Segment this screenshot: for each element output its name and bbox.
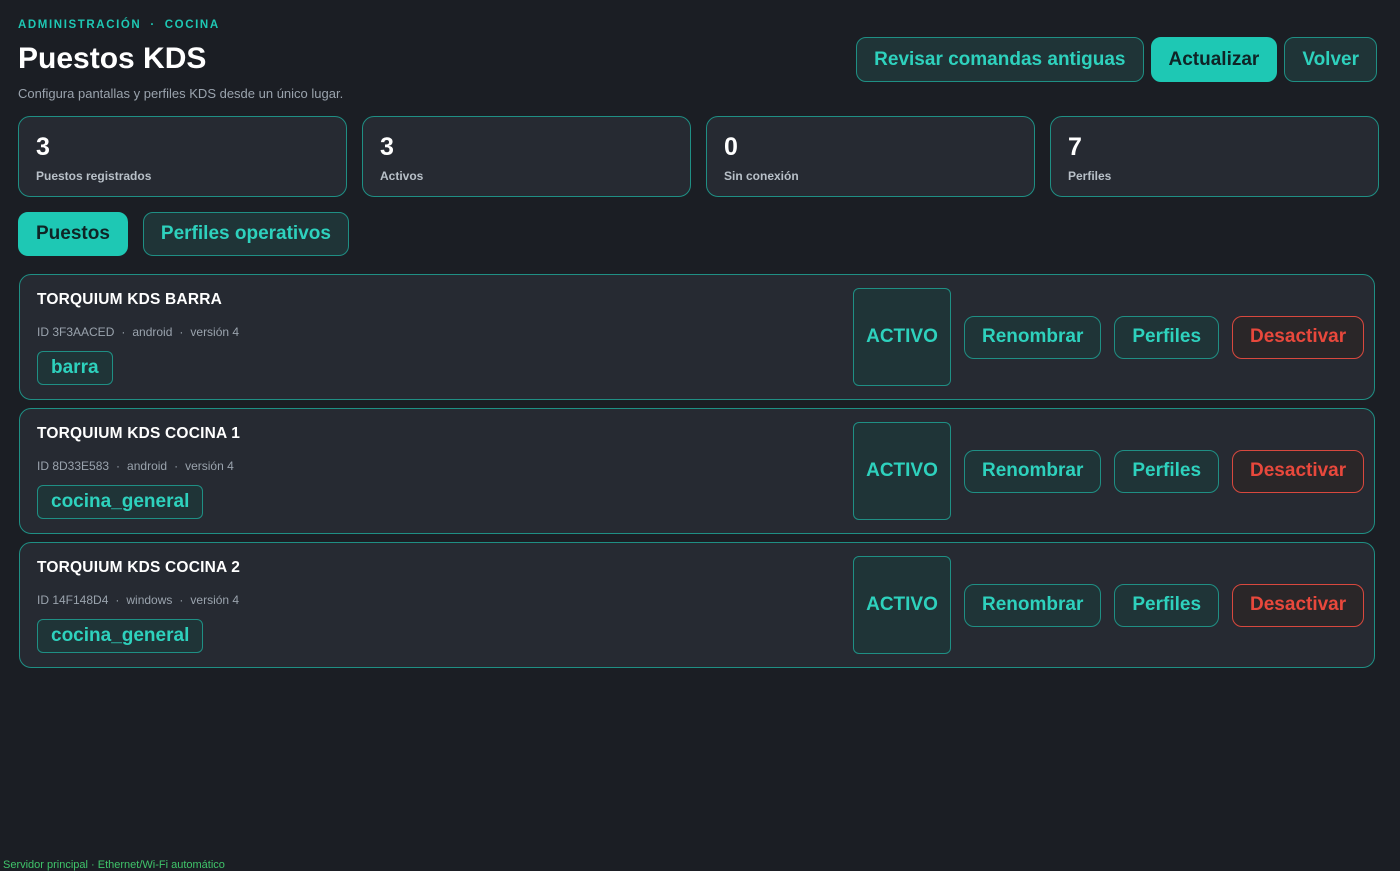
station-version: versión 4 (190, 325, 240, 339)
deactivate-button[interactable]: Desactivar (1232, 449, 1365, 493)
rename-button[interactable]: Renombrar (964, 583, 1102, 627)
station-actions: ACTIVO Renombrar Perfiles Desactivar (853, 556, 1365, 654)
stats-row: 3 Puestos registrados 3 Activos 0 Sin co… (18, 116, 1379, 197)
stat-value: 0 (724, 133, 738, 161)
station-name: TORQUIUM KDS COCINA 1 (37, 425, 241, 442)
stat-label: Perfiles (1068, 169, 1112, 183)
station-platform: windows (126, 593, 173, 607)
station-platform: android (132, 325, 173, 339)
station-meta: ID 8D33E583 · android · versión 4 (37, 459, 234, 473)
stat-label: Puestos registrados (36, 169, 152, 183)
deactivate-button[interactable]: Desactivar (1232, 315, 1365, 359)
breadcrumb-separator: · (150, 19, 156, 31)
tab-stations[interactable]: Puestos (18, 212, 128, 256)
breadcrumb: ADMINISTRACIÓN · COCINA (18, 19, 220, 31)
header-actions: Revisar comandas antiguas Actualizar Vol… (856, 37, 1377, 82)
stat-value: 3 (36, 133, 50, 161)
station-meta: ID 14F148D4 · windows · versión 4 (37, 593, 239, 607)
meta-separator: · (179, 593, 184, 607)
meta-separator: · (116, 459, 121, 473)
stat-card-offline: 0 Sin conexión (706, 116, 1035, 197)
meta-separator: · (174, 459, 179, 473)
status-badge: ACTIVO (853, 288, 951, 386)
station-name: TORQUIUM KDS COCINA 2 (37, 559, 241, 576)
station-card: TORQUIUM KDS COCINA 1 ID 8D33E583 · androi… (19, 408, 1375, 534)
stations-list: TORQUIUM KDS BARRA ID 3F3AACED · android · v… (19, 274, 1375, 676)
rename-button[interactable]: Renombrar (964, 315, 1102, 359)
tab-operational-profiles[interactable]: Perfiles operativos (142, 212, 349, 256)
stat-value: 3 (380, 133, 394, 161)
meta-separator: · (179, 325, 184, 339)
station-card: TORQUIUM KDS BARRA ID 3F3AACED · android · v… (19, 274, 1375, 400)
server-status: Servidor principal · Ethernet/Wi-Fi auto… (3, 859, 225, 871)
stat-label: Activos (380, 169, 424, 183)
stat-label: Sin conexión (724, 169, 799, 183)
station-platform: android (127, 459, 168, 473)
review-old-orders-button[interactable]: Revisar comandas antiguas (856, 37, 1144, 82)
refresh-button[interactable]: Actualizar (1150, 37, 1278, 82)
station-meta: ID 3F3AACED · android · versión 4 (37, 325, 239, 339)
station-version: versión 4 (190, 593, 240, 607)
profiles-button[interactable]: Perfiles (1114, 315, 1220, 359)
station-actions: ACTIVO Renombrar Perfiles Desactivar (853, 422, 1365, 520)
profiles-button[interactable]: Perfiles (1114, 449, 1220, 493)
station-id: ID 14F148D4 (37, 593, 109, 607)
meta-separator: · (115, 593, 120, 607)
station-name: TORQUIUM KDS BARRA (37, 291, 223, 308)
profile-tag: cocina_general (37, 619, 204, 653)
stat-value: 7 (1068, 133, 1082, 161)
page-title: Puestos KDS (18, 42, 207, 75)
tab-bar: Puestos Perfiles operativos (18, 212, 349, 256)
stat-card-profiles: 7 Perfiles (1050, 116, 1379, 197)
rename-button[interactable]: Renombrar (964, 449, 1102, 493)
station-id: ID 3F3AACED (37, 325, 115, 339)
station-id: ID 8D33E583 (37, 459, 110, 473)
profile-tag: cocina_general (37, 485, 204, 519)
deactivate-button[interactable]: Desactivar (1232, 583, 1365, 627)
profile-tag: barra (37, 351, 113, 385)
station-card: TORQUIUM KDS COCINA 2 ID 14F148D4 · window… (19, 542, 1375, 668)
station-actions: ACTIVO Renombrar Perfiles Desactivar (853, 288, 1365, 386)
page-subtitle: Configura pantallas y perfiles KDS desde… (18, 86, 344, 101)
stat-card-registered: 3 Puestos registrados (18, 116, 347, 197)
meta-separator: · (121, 325, 126, 339)
station-version: versión 4 (185, 459, 234, 473)
status-badge: ACTIVO (853, 422, 951, 520)
breadcrumb-current: COCINA (164, 19, 220, 31)
profiles-button[interactable]: Perfiles (1114, 583, 1220, 627)
stat-card-active: 3 Activos (362, 116, 691, 197)
status-badge: ACTIVO (853, 556, 951, 654)
breadcrumb-section: ADMINISTRACIÓN (18, 19, 142, 31)
back-button[interactable]: Volver (1284, 37, 1377, 82)
